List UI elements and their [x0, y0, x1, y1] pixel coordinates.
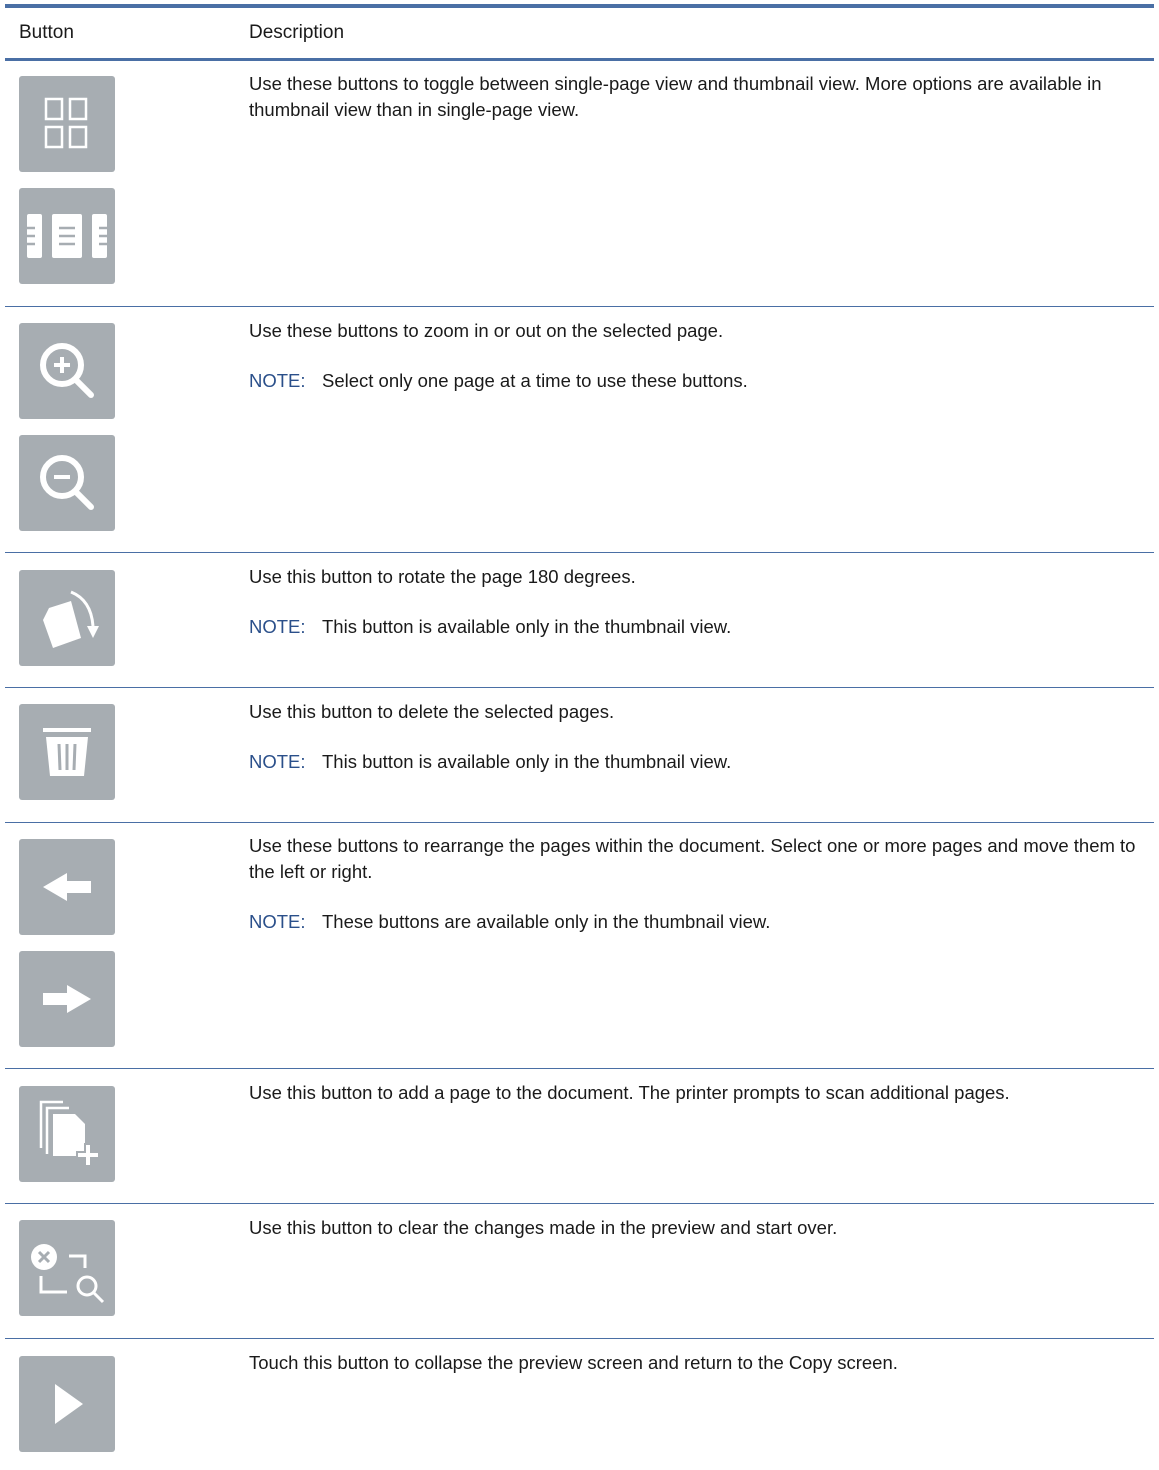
note-text: This button is available only in the thu…: [322, 751, 732, 772]
zoom-out-icon: [40, 455, 94, 510]
move-left-button[interactable]: [19, 839, 115, 935]
header-description: Description: [249, 22, 345, 43]
thumbnail-view-icon: [44, 97, 88, 149]
table-row: Use these buttons to toggle between sing…: [5, 61, 1154, 307]
table-row: Use these buttons to rearrange the pages…: [5, 823, 1154, 1069]
trash-icon: [43, 728, 91, 776]
table-row: Use these buttons to zoom in or out on t…: [5, 307, 1154, 553]
row-description: Use this button to add a page to the doc…: [249, 1082, 1010, 1103]
zoom-in-button[interactable]: [19, 323, 115, 419]
note-text: Select only one page at a time to use th…: [322, 370, 748, 391]
play-arrow-icon: [55, 1384, 83, 1424]
zoom-out-button[interactable]: [19, 435, 115, 531]
arrow-left-icon: [43, 873, 91, 901]
row-description: Use this button to rotate the page 180 d…: [249, 566, 636, 587]
note: NOTE: This button is available only in th…: [249, 749, 1144, 775]
note: NOTE: These buttons are available only in…: [249, 909, 1144, 935]
note: NOTE: Select only one page at a time to u…: [249, 368, 1144, 394]
note-label: NOTE:: [249, 751, 306, 772]
zoom-in-icon: [40, 343, 94, 398]
note-text: This button is available only in the thu…: [322, 616, 732, 637]
note-label: NOTE:: [249, 911, 306, 932]
table-header: Button Description: [5, 8, 1154, 61]
add-page-button[interactable]: [19, 1086, 115, 1182]
thumbnail-view-button[interactable]: [19, 76, 115, 172]
row-description: Use this button to clear the changes mad…: [249, 1217, 838, 1238]
row-description: Use these buttons to zoom in or out on t…: [249, 320, 724, 341]
header-button: Button: [19, 22, 74, 43]
row-description: Use these buttons to rearrange the pages…: [249, 835, 1136, 882]
table-row: Use this button to rotate the page 180 d…: [5, 553, 1154, 688]
delete-button[interactable]: [19, 704, 115, 800]
add-page-icon: [39, 1100, 100, 1167]
table-row: Use this button to clear the changes mad…: [5, 1204, 1154, 1339]
note-label: NOTE:: [249, 370, 306, 391]
table-row: Use this button to delete the selected p…: [5, 688, 1154, 823]
collapse-preview-button[interactable]: [19, 1356, 115, 1452]
reset-preview-button[interactable]: [19, 1220, 115, 1316]
table-row: Touch this button to collapse the previe…: [5, 1339, 1154, 1470]
rotate-button[interactable]: [19, 570, 115, 666]
table-row: Use this button to add a page to the doc…: [5, 1069, 1154, 1204]
row-description: Use this button to delete the selected p…: [249, 701, 615, 722]
single-page-view-button[interactable]: [19, 188, 115, 284]
row-description: Touch this button to collapse the previe…: [249, 1352, 898, 1373]
note-label: NOTE:: [249, 616, 306, 637]
reset-preview-icon: [31, 1244, 105, 1304]
single-page-view-icon: [27, 214, 107, 258]
rotate-icon: [43, 590, 99, 648]
note-text: These buttons are available only in the …: [322, 911, 771, 932]
move-right-button[interactable]: [19, 951, 115, 1047]
note: NOTE: This button is available only in th…: [249, 614, 1144, 640]
row-description: Use these buttons to toggle between sing…: [249, 73, 1102, 120]
arrow-right-icon: [43, 985, 91, 1013]
